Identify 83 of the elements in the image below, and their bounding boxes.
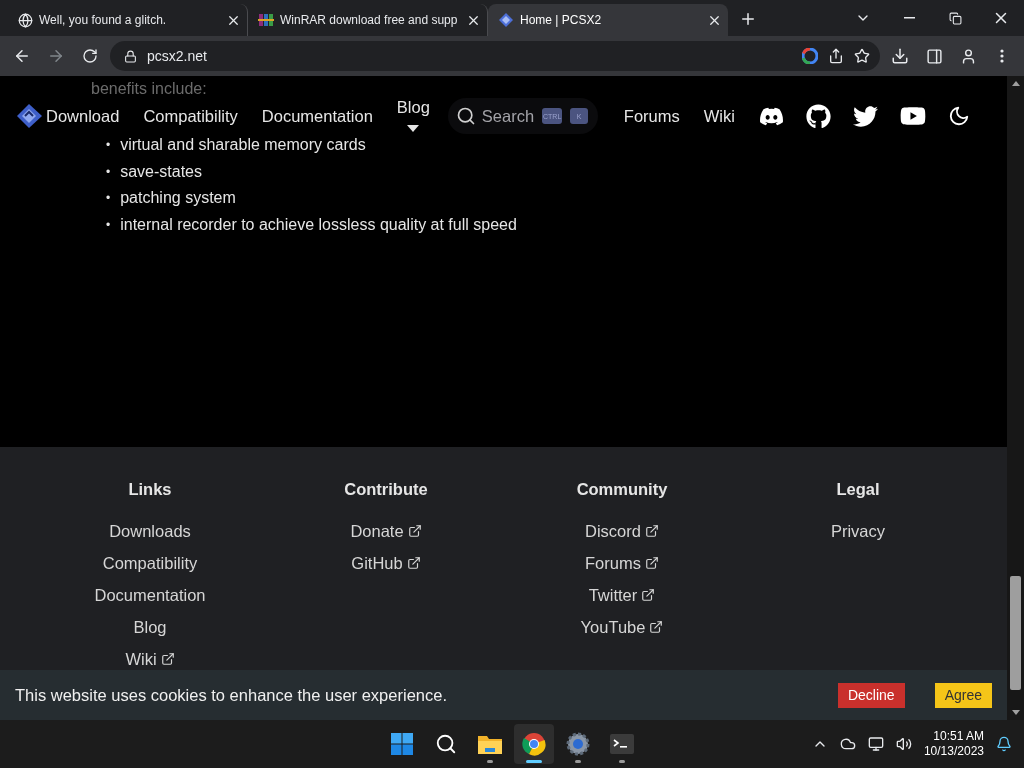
intro-text: benefits include: [91, 80, 208, 98]
external-link-icon [641, 588, 656, 602]
download-icon [891, 47, 909, 65]
footer-link[interactable]: Blog [133, 617, 167, 637]
footer-link[interactable]: Documentation [94, 585, 206, 605]
nav-link[interactable]: Download [46, 106, 120, 126]
speaker-icon[interactable] [895, 736, 912, 752]
bullet-mark: • [106, 191, 111, 206]
footer-link[interactable]: Twitter [588, 585, 656, 605]
nav-link[interactable]: Wiki [703, 106, 735, 126]
tab-title: WinRAR download free and supp [280, 13, 459, 27]
scrollbar[interactable] [1007, 76, 1024, 720]
windows-icon [390, 732, 414, 756]
tab-title: Home | PCSX2 [520, 13, 603, 27]
feature-item: patching system [120, 188, 236, 209]
external-link-icon [649, 620, 664, 634]
footer-link[interactable]: Wiki [125, 649, 175, 669]
footer-heading: Links [128, 480, 172, 499]
chrome-icon [522, 732, 546, 756]
forward-arrow-icon [47, 47, 65, 65]
external-link-icon [644, 556, 659, 570]
monitor-icon[interactable] [867, 736, 884, 752]
nav-link[interactable]: Forums [623, 106, 680, 126]
footer-link[interactable]: Donate [350, 521, 422, 541]
footer-heading: Contribute [344, 480, 428, 499]
feature-item: internal recorder to achieve lossless quality at full speed [120, 214, 517, 235]
address-bar[interactable]: pcsx2.net [110, 41, 880, 71]
external-link-icon [644, 524, 659, 538]
footer-link[interactable]: Downloads [109, 521, 191, 541]
feature-item: save-states [120, 161, 202, 182]
external-link-icon [406, 556, 421, 570]
bullet-mark: • [106, 138, 111, 153]
nav-link[interactable]: Documentation [261, 106, 373, 126]
twitter-icon[interactable] [852, 103, 878, 129]
search-icon [435, 733, 457, 755]
restore-icon [948, 11, 962, 25]
globe-icon [18, 12, 33, 28]
footer-link[interactable]: GitHub [351, 553, 421, 573]
bullet-mark: • [106, 217, 111, 232]
reload-icon [82, 48, 98, 64]
tab-title: Well, you found a glitch. [39, 13, 168, 27]
decline-button[interactable]: Decline [837, 682, 905, 708]
cookie-message: This website uses cookies to enhance the user experience. [15, 685, 448, 705]
minimize-icon [903, 17, 915, 19]
scroll-thumb[interactable] [1010, 576, 1021, 690]
footer-link[interactable]: Discord [585, 521, 659, 541]
bullet-mark: • [106, 164, 111, 179]
external-link-icon [407, 524, 422, 538]
plus-icon [739, 10, 757, 28]
external-link-icon [160, 652, 175, 666]
github-icon[interactable] [805, 103, 831, 129]
gear-icon [566, 732, 590, 756]
footer-link[interactable]: YouTube [580, 617, 664, 637]
feature-item: virtual and sharable memory cards [120, 135, 366, 156]
clock[interactable]: 10:51 AM 10/13/2023 [923, 729, 984, 759]
search-icon [455, 106, 476, 126]
star-icon[interactable] [854, 48, 870, 64]
url-text: pcsx2.net [147, 48, 208, 64]
nav-link[interactable]: Compatibility [143, 106, 238, 126]
footer-heading: Community [576, 480, 668, 499]
footer-link[interactable]: Compatibility [102, 553, 198, 573]
books-icon [258, 12, 274, 28]
scroll-down-icon [1011, 710, 1020, 715]
lock-icon [124, 49, 137, 63]
side-panel-icon [925, 47, 943, 65]
footer-heading: Legal [836, 480, 880, 499]
footer-link[interactable]: Forums [585, 553, 659, 573]
cloud-icon[interactable] [839, 736, 856, 752]
footer-link[interactable]: Privacy [830, 521, 886, 541]
share-icon[interactable] [828, 48, 844, 64]
browser-tab[interactable]: Home | PCSX2 [488, 4, 728, 36]
menu-icon [1000, 49, 1004, 63]
folder-icon [477, 733, 503, 755]
blog-menu[interactable]: Blog [396, 97, 430, 133]
terminal-icon [610, 734, 634, 754]
agree-button[interactable]: Agree [934, 682, 992, 708]
logo-icon [498, 12, 514, 28]
bell-icon[interactable] [996, 736, 1012, 752]
google-icon[interactable] [802, 48, 818, 64]
caret-icon [407, 124, 420, 133]
taskbar-app[interactable] [514, 724, 554, 764]
moon-icon[interactable] [947, 105, 970, 127]
scroll-up-icon [1011, 81, 1020, 86]
